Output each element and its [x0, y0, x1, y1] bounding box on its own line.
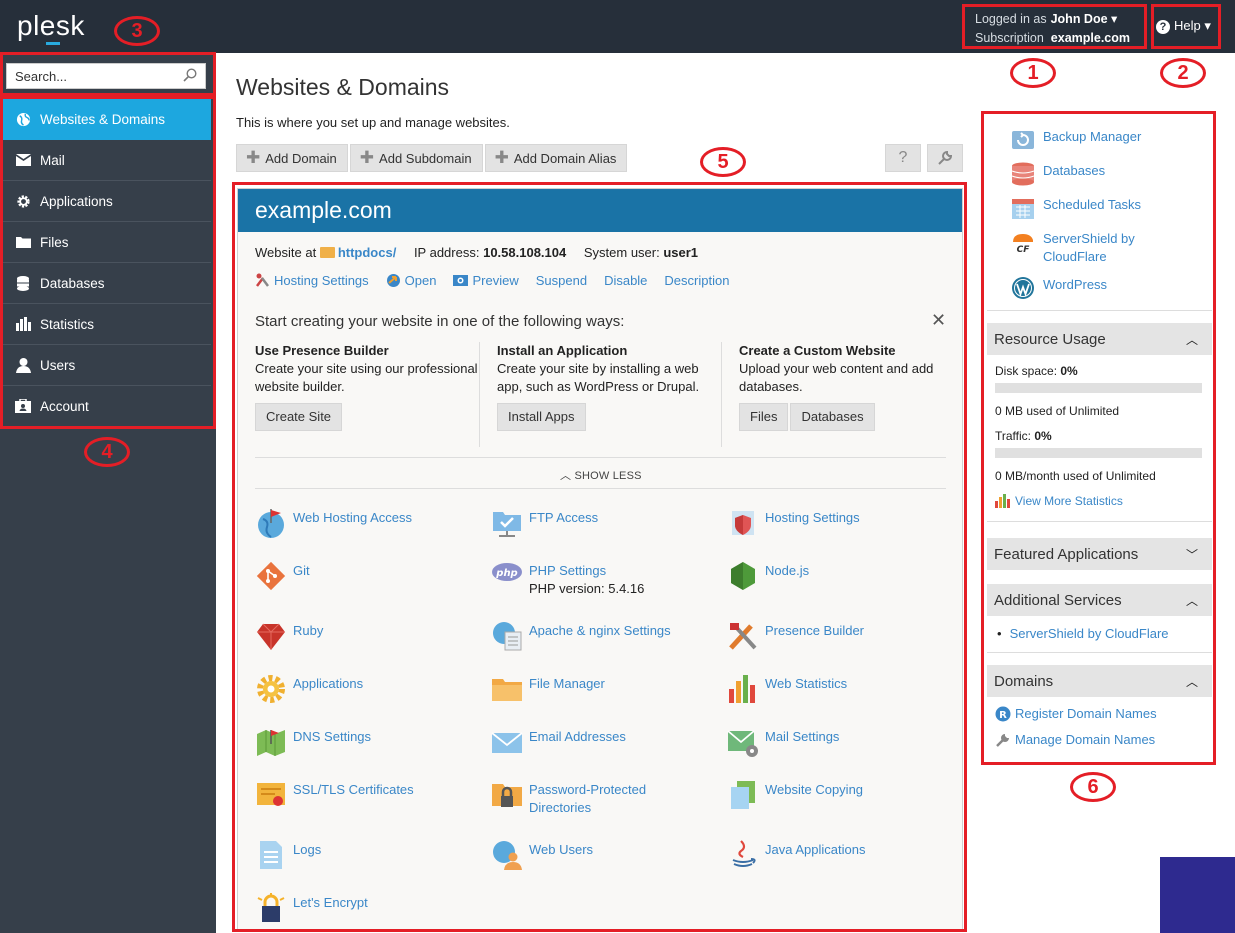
page-description: This is where you set up and manage webs… [236, 115, 510, 130]
annotation-label-2: 2 [1160, 58, 1206, 88]
help-button[interactable]: ? [885, 144, 921, 172]
plus-icon: ✚ [359, 148, 375, 167]
plus-icon: ✚ [246, 148, 261, 167]
page-title: Websites & Domains [236, 74, 450, 100]
main-toolbar: ✚ Add Domain ✚ Add Subdomain ✚ Add Domain A… [236, 144, 628, 172]
wrench-icon [938, 150, 953, 165]
logo-underline [46, 42, 60, 45]
plesk-logo[interactable]: plesk [17, 10, 85, 42]
annotation-box-1 [962, 4, 1147, 49]
settings-button[interactable] [927, 144, 963, 172]
add-domain-button[interactable]: ✚ Add Domain [236, 144, 348, 172]
annotation-label-4: 4 [84, 437, 130, 467]
corner-block [1160, 857, 1235, 933]
annotation-box-4 [0, 96, 216, 429]
annotation-label-3: 3 [114, 16, 160, 46]
annotation-label-5: 5 [700, 147, 746, 177]
annotation-box-2 [1151, 4, 1221, 49]
add-subdomain-button[interactable]: ✚ Add Subdomain [349, 144, 483, 172]
question-icon: ? [898, 149, 908, 166]
annotation-box-6 [981, 111, 1216, 765]
annotation-label-1: 1 [1010, 58, 1056, 88]
plus-icon: ✚ [494, 148, 509, 167]
annotation-label-6: 6 [1070, 772, 1116, 802]
annotation-box-5 [232, 182, 967, 932]
annotation-box-3 [0, 52, 216, 96]
add-domain-alias-button[interactable]: ✚ Add Domain Alias [484, 144, 628, 172]
